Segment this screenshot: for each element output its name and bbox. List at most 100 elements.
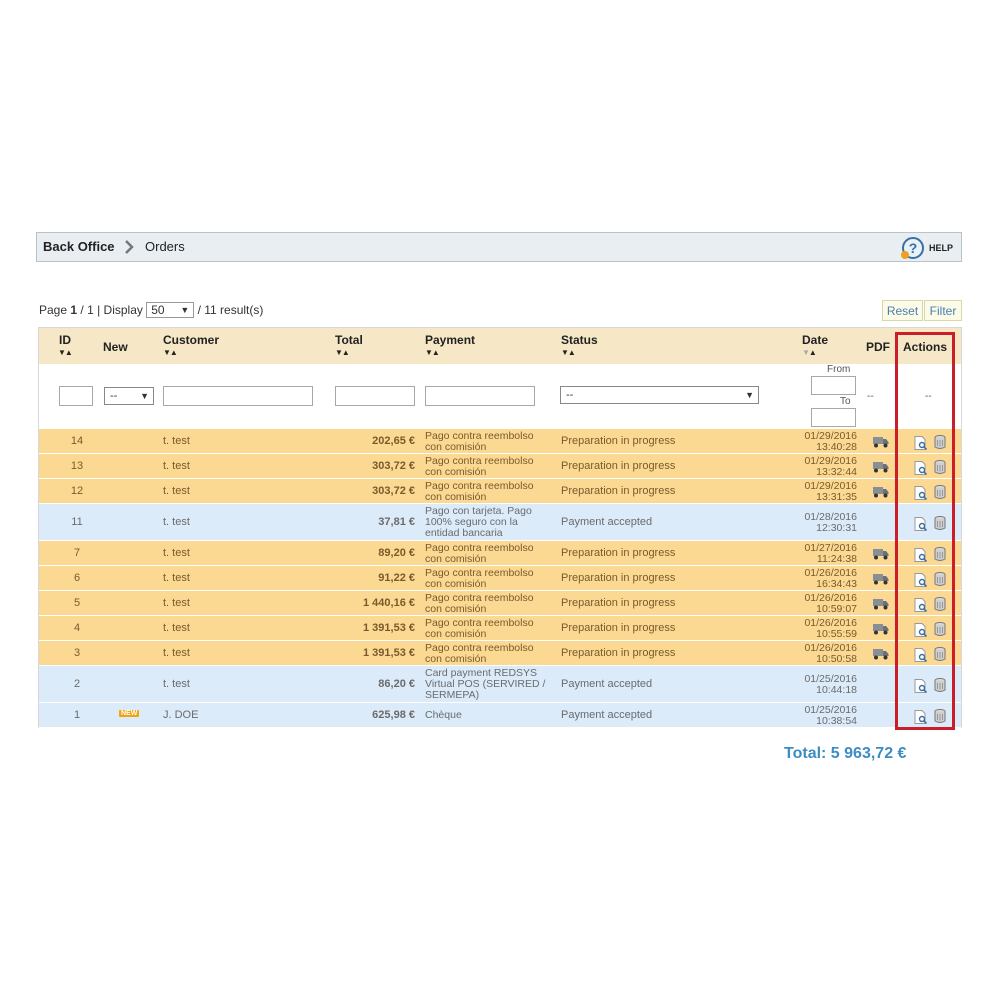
table-row[interactable]: 3 t. test 1 391,53 € Pago contra reembolso …: [39, 641, 961, 666]
cell-total: 89,20 €: [378, 547, 415, 559]
cell-payment: Pago con tarjeta. Pago 100% seguro con l…: [425, 505, 532, 539]
cell-id: 1: [73, 709, 81, 721]
cell-payment: Pago contra reembolso con comisión: [425, 430, 534, 453]
breadcrumb-back-office[interactable]: Back Office: [43, 239, 115, 254]
filter-payment-input[interactable]: [425, 386, 535, 406]
cell-status: Preparation in progress: [561, 622, 676, 634]
date-to-label: To: [840, 396, 851, 407]
cell-status: Preparation in progress: [561, 647, 676, 659]
chevron-right-icon: [125, 240, 134, 254]
cell-status: Payment accepted: [561, 709, 653, 721]
cell-payment: Pago contra reembolso con comisión: [425, 480, 534, 503]
table-row[interactable]: 6 t. test 91,22 € Pago contra reembolso con…: [39, 566, 961, 591]
svg-text:?: ?: [909, 240, 918, 256]
table-row[interactable]: 12 t. test 303,72 € Pago contra reembolso c…: [39, 479, 961, 504]
delivery-truck-icon[interactable]: [873, 647, 889, 665]
cell-total: 37,81 €: [378, 516, 415, 528]
cell-customer: t. test: [163, 622, 190, 634]
dropdown-arrow-icon: ▼: [180, 305, 190, 315]
pagination: Page 1 / 1 | Display 50 ▼ / 11 result(s): [39, 302, 263, 318]
delivery-truck-icon[interactable]: [873, 572, 889, 590]
table-row[interactable]: 13 t. test 303,72 € Pago contra reembolso c…: [39, 454, 961, 479]
cell-customer: t. test: [163, 678, 190, 690]
cell-date: 01/29/2016 13:32:44: [804, 455, 857, 478]
delivery-truck-icon[interactable]: [873, 460, 889, 478]
table-header: ID ▼▲ New Customer ▼▲ Total ▼▲ Payment ▼…: [39, 328, 961, 364]
cell-total: 86,20 €: [378, 678, 415, 690]
table-row[interactable]: 7 t. test 89,20 € Pago contra reembolso con…: [39, 541, 961, 566]
help-button[interactable]: ? HELP: [900, 236, 953, 260]
cell-payment: Pago contra reembolso con comisión: [425, 592, 534, 615]
header-new: New: [103, 340, 128, 354]
cell-id: 3: [73, 647, 81, 659]
cell-customer: t. test: [163, 516, 190, 528]
cell-customer: J. DOE: [163, 709, 199, 721]
table-row[interactable]: 11 t. test 37,81 € Pago con tarjeta. Pago 1…: [39, 504, 961, 541]
help-label: HELP: [928, 243, 953, 253]
header-total: Total: [335, 333, 363, 347]
filter-button[interactable]: Filter: [924, 300, 962, 321]
cell-customer: t. test: [163, 647, 190, 659]
sort-arrows-icon[interactable]: ▼▲: [802, 348, 817, 357]
filter-customer-input[interactable]: [163, 386, 313, 406]
dropdown-arrow-icon: ▼: [140, 391, 149, 401]
header-status: Status: [561, 333, 598, 347]
filter-new-select[interactable]: -- ▼: [104, 387, 154, 405]
new-badge-icon: NEW: [119, 710, 140, 717]
sort-arrows-icon[interactable]: ▼▲: [561, 348, 576, 357]
filter-pdf-value: --: [867, 391, 874, 402]
filter-row: -- ▼ -- ▼ From To -- --: [39, 364, 961, 429]
cell-status: Payment accepted: [561, 678, 653, 690]
breadcrumb-orders: Orders: [145, 239, 185, 254]
cell-customer: t. test: [163, 547, 190, 559]
delivery-truck-icon[interactable]: [873, 622, 889, 640]
cell-id: 2: [73, 678, 81, 690]
cell-status: Preparation in progress: [561, 485, 676, 497]
cell-date: 01/29/2016 13:31:35: [804, 480, 857, 503]
sort-arrows-icon[interactable]: ▼▲: [58, 348, 73, 357]
delivery-truck-icon[interactable]: [873, 597, 889, 615]
cell-total: 202,65 €: [372, 435, 415, 447]
filter-date-from-input[interactable]: [811, 376, 856, 395]
cell-payment: Pago contra reembolso con comisión: [425, 642, 534, 665]
page-of: / 1 | Display: [80, 303, 143, 317]
filter-total-input[interactable]: [335, 386, 415, 406]
cell-customer: t. test: [163, 597, 190, 609]
cell-total: 1 440,16 €: [363, 597, 415, 609]
cell-id: 7: [73, 547, 81, 559]
help-icon: ?: [900, 237, 924, 259]
orders-table: ID ▼▲ New Customer ▼▲ Total ▼▲ Payment ▼…: [38, 327, 962, 728]
filter-status-select[interactable]: -- ▼: [560, 386, 759, 404]
cell-total: 625,98 €: [372, 709, 415, 721]
display-select[interactable]: 50 ▼: [146, 302, 195, 318]
cell-status: Preparation in progress: [561, 460, 676, 472]
page-number: 1: [70, 303, 78, 317]
cell-status: Preparation in progress: [561, 547, 676, 559]
results-count: / 11 result(s): [197, 303, 264, 317]
breadcrumb: Back Office Orders ? HELP: [36, 232, 962, 262]
table-row[interactable]: 2 t. test 86,20 € Card payment REDSYS Virtu…: [39, 666, 961, 703]
delivery-truck-icon[interactable]: [873, 485, 889, 503]
cell-customer: t. test: [163, 572, 190, 584]
table-row[interactable]: 1 NEW J. DOE 625,98 € Chèque Payment accepted…: [39, 703, 961, 728]
cell-date: 01/26/2016 10:50:58: [804, 642, 857, 665]
cell-id: 13: [70, 460, 84, 472]
filter-date-to-input[interactable]: [811, 408, 856, 427]
reset-button[interactable]: Reset: [882, 300, 923, 321]
delivery-truck-icon[interactable]: [873, 435, 889, 453]
cell-payment: Pago contra reembolso con comisión: [425, 617, 534, 640]
sort-arrows-icon[interactable]: ▼▲: [163, 348, 178, 357]
table-row[interactable]: 14 t. test 202,65 € Pago contra reembolso c…: [39, 429, 961, 454]
header-id: ID: [59, 333, 71, 347]
actions-highlight-box: [895, 332, 955, 730]
cell-status: Payment accepted: [561, 516, 653, 528]
table-row[interactable]: 4 t. test 1 391,53 € Pago contra reembolso …: [39, 616, 961, 641]
table-row[interactable]: 5 t. test 1 440,16 € Pago contra reembolso …: [39, 591, 961, 616]
cell-id: 11: [71, 516, 83, 528]
filter-id-input[interactable]: [59, 386, 93, 406]
grand-total: Total: 5 963,72 €: [784, 745, 907, 762]
sort-arrows-icon[interactable]: ▼▲: [335, 348, 350, 357]
delivery-truck-icon[interactable]: [873, 547, 889, 565]
sort-arrows-icon[interactable]: ▼▲: [425, 348, 440, 357]
cell-total: 303,72 €: [372, 485, 415, 497]
